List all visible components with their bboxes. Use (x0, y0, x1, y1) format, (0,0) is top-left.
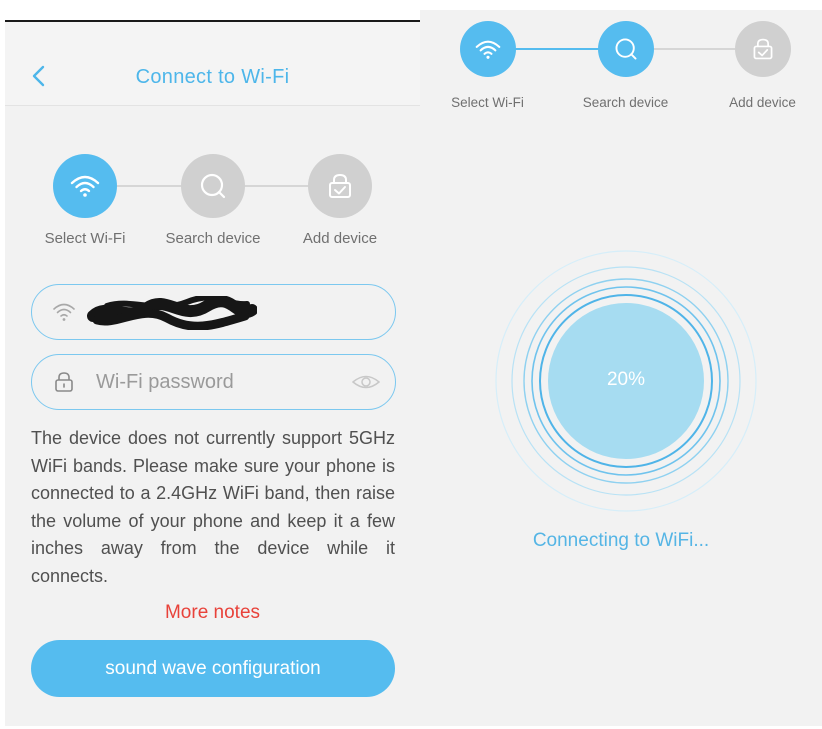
lock-icon (55, 372, 73, 392)
wifi-icon (53, 303, 75, 321)
setup-stepper: Select Wi-Fi Search device Add device (5, 150, 420, 250)
connecting-screen: Select Wi-Fi Search device Add device 20… (420, 10, 822, 726)
step-search-device (598, 21, 654, 77)
header-bar: Connect to Wi-Fi (5, 22, 420, 106)
connect-wifi-screen: Connect to Wi-Fi Select Wi-Fi Search dev… (5, 22, 420, 726)
redacted-ssid (87, 296, 257, 330)
more-notes-link[interactable]: More notes (5, 602, 420, 624)
search-icon (200, 173, 226, 199)
wifi-icon (475, 40, 501, 59)
step-add-device (735, 21, 791, 77)
stepper-connector (243, 185, 309, 187)
step-search-device (181, 154, 245, 218)
sound-wave-config-button[interactable]: sound wave configuration (31, 640, 395, 697)
connection-progress: 20% (493, 248, 759, 514)
step-label: Add device (729, 95, 796, 110)
lock-check-icon (329, 173, 351, 198)
stepper-connector (653, 48, 735, 50)
step-label: Add device (302, 230, 378, 247)
lock-check-icon (753, 38, 773, 60)
step-select-wifi (53, 154, 117, 218)
stepper-connector (515, 48, 600, 50)
progress-percent: 20% (606, 369, 646, 390)
password-input[interactable] (96, 367, 336, 397)
wifi-password-field[interactable] (31, 354, 396, 410)
page-title: Connect to Wi-Fi (135, 66, 290, 88)
stepper-connector (117, 185, 183, 187)
step-select-wifi (460, 21, 516, 77)
step-label: Select Wi-Fi (44, 230, 126, 247)
wifi-ssid-field[interactable] (31, 284, 396, 340)
connection-status: Connecting to WiFi... (532, 530, 710, 551)
step-label: Search device (582, 95, 669, 110)
eye-icon[interactable] (351, 371, 381, 393)
step-add-device (308, 154, 372, 218)
step-label: Search device (165, 230, 261, 247)
step-label: Select Wi-Fi (451, 95, 524, 110)
wifi-icon (70, 175, 100, 197)
search-icon (615, 38, 637, 60)
5ghz-notice: The device does not currently support 5G… (31, 428, 395, 586)
setup-stepper: Select Wi-Fi Search device Add device (420, 20, 822, 120)
